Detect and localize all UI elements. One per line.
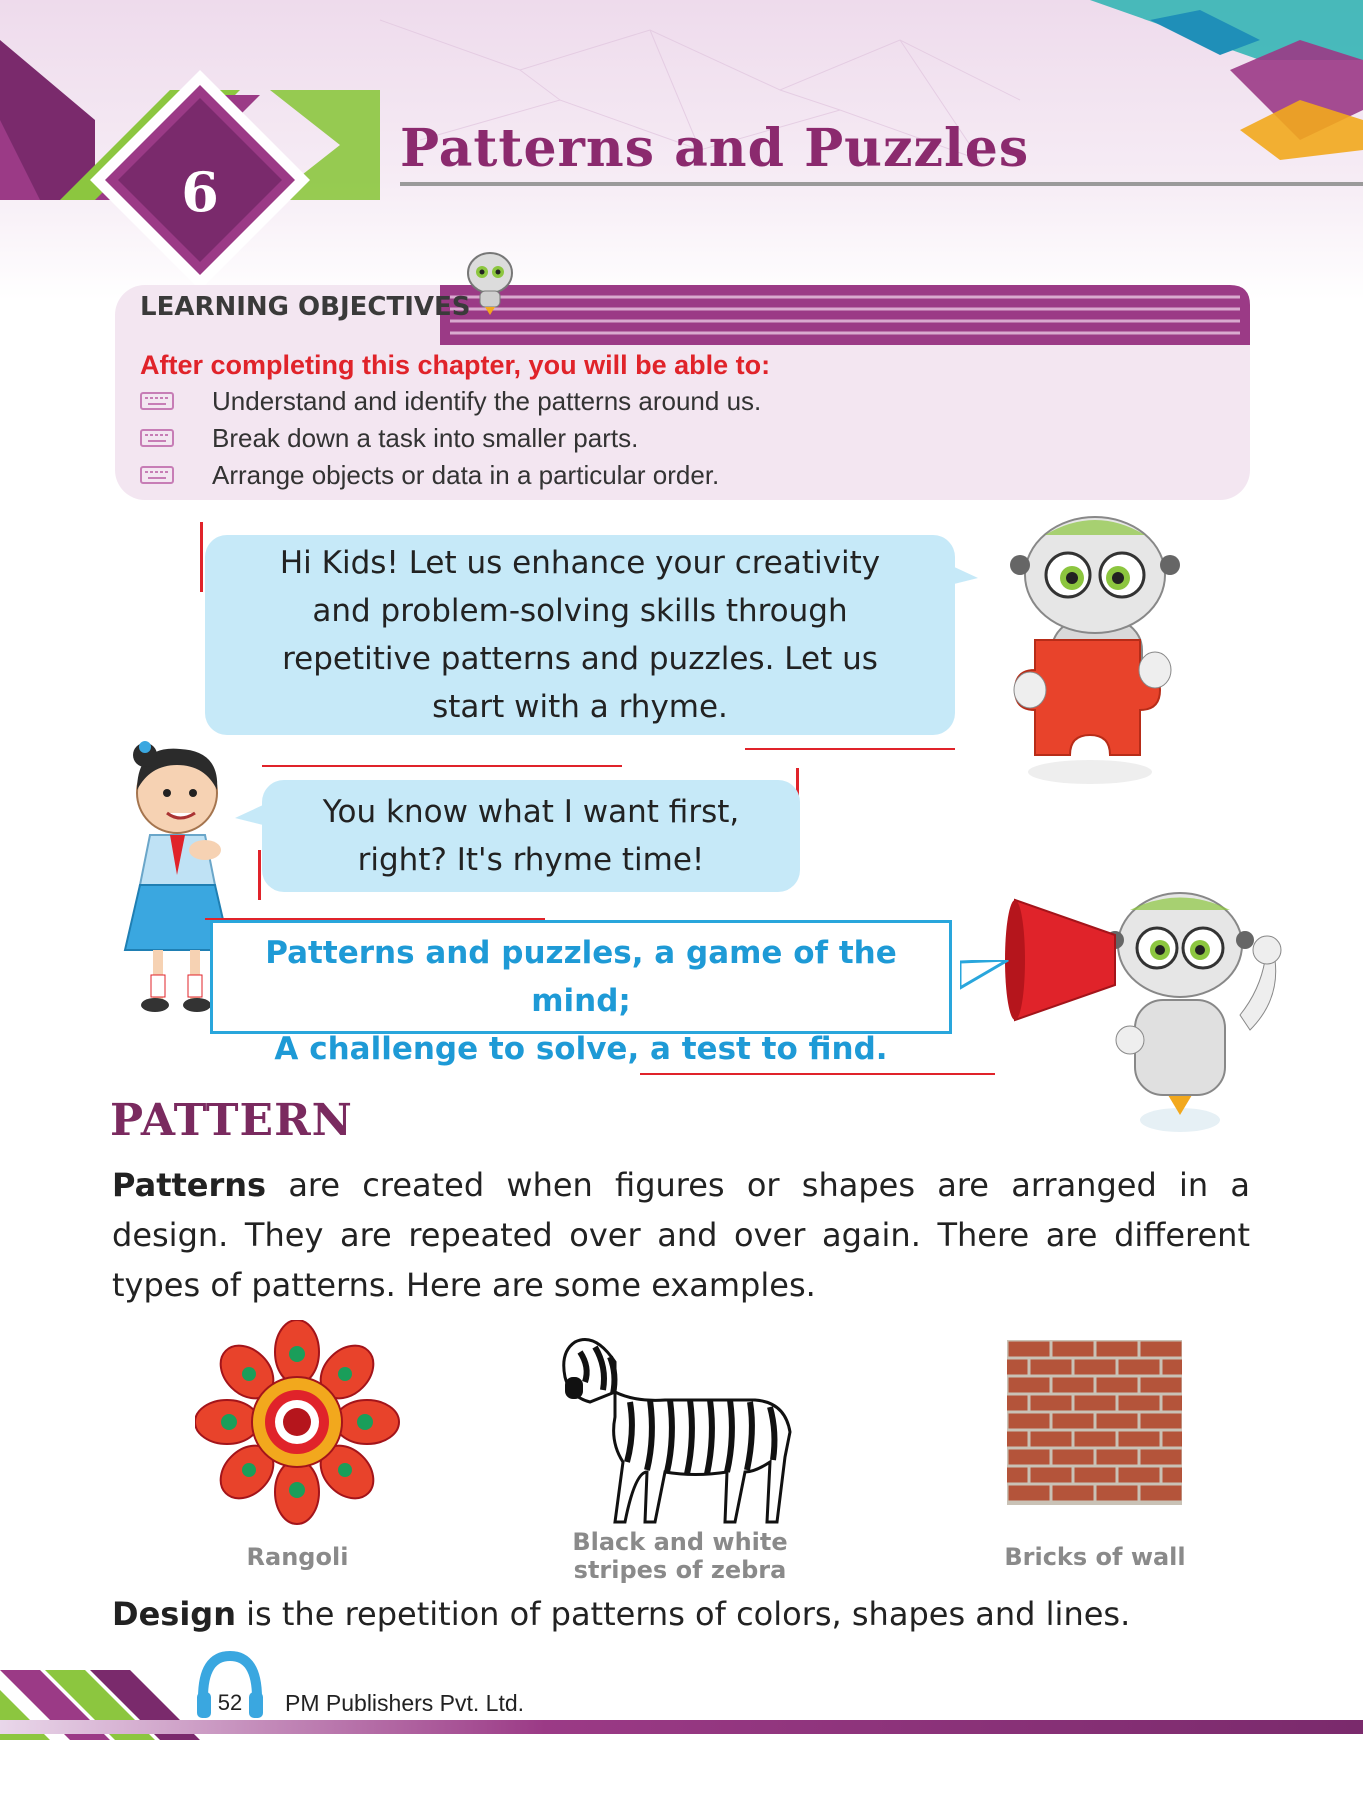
keyboard-icon: [140, 392, 174, 410]
page-number: 52: [217, 1690, 243, 1715]
objective-text: Break down a task into smaller parts.: [212, 422, 639, 453]
bubble-line: right? It's rhyme time!: [357, 842, 705, 878]
example-caption: Rangoli: [215, 1543, 380, 1571]
example-caption: Bricks of wall: [985, 1543, 1205, 1571]
publisher-name: PM Publishers Pvt. Ltd.: [285, 1690, 525, 1716]
keyboard-icon: [140, 466, 174, 484]
girl-speech-bubble: You know what I want first, right? It's …: [262, 780, 800, 892]
bubble-line: and problem-solving skills through: [312, 593, 848, 629]
title-rule: [400, 182, 1363, 186]
rhyme-box: Patterns and puzzles, a game of the mind…: [210, 920, 952, 1067]
rhyme-accent-line: [640, 1073, 995, 1075]
design-term: Design: [112, 1595, 236, 1633]
bubble-accent-line: [200, 522, 203, 592]
chapter-number: 6: [181, 160, 219, 224]
objective-item: Understand and identify the patterns aro…: [140, 384, 761, 418]
objective-text: Arrange objects or data in a particular …: [212, 459, 720, 490]
objectives-stripe-banner: [440, 285, 1250, 345]
footer-bar: [0, 1720, 1363, 1734]
bubble-line: You know what I want first,: [322, 794, 740, 830]
bubble-accent-line: [262, 765, 622, 767]
objective-text: Understand and identify the patterns aro…: [212, 385, 762, 416]
zebra-image: [562, 1338, 792, 1524]
bubble-line: repetitive patterns and puzzles. Let us: [282, 641, 878, 677]
example-caption: Black and white stripes of zebra: [555, 1528, 805, 1584]
pattern-definition: are created when figures or shapes are a…: [112, 1166, 1250, 1304]
bubble-accent-line: [258, 850, 261, 900]
section-heading: PATTERN: [110, 1095, 353, 1146]
rangoli-image: [195, 1320, 400, 1525]
design-text: is the repetition of patterns of colors,…: [235, 1595, 1131, 1633]
pattern-term: Patterns: [112, 1166, 267, 1204]
learning-objectives-intro: After completing this chapter, you will …: [140, 350, 771, 380]
design-definition: Design is the repetition of patterns of …: [112, 1595, 1130, 1633]
caption-line: Black and white: [572, 1528, 788, 1556]
bubble-accent-line: [745, 748, 955, 750]
objective-item: Arrange objects or data in a particular …: [140, 458, 719, 492]
chapter-title: Patterns and Puzzles: [400, 118, 1030, 179]
robot-megaphone-illustration: [1005, 892, 1282, 1132]
caption-line: stripes of zebra: [573, 1556, 787, 1584]
objective-item: Break down a task into smaller parts.: [140, 421, 638, 455]
caption-line: Bricks of wall: [1004, 1543, 1186, 1571]
rhyme-tail: [960, 960, 1009, 990]
bubble-line: Hi Kids! Let us enhance your creativity: [279, 545, 881, 581]
rhyme-line: Patterns and puzzles, a game of the mind…: [265, 935, 897, 1019]
keyboard-icon: [140, 429, 174, 447]
brick-wall-image: [1007, 1340, 1182, 1505]
learning-objectives-heading: LEARNING OBJECTIVES: [140, 292, 471, 322]
caption-line: Rangoli: [246, 1543, 349, 1571]
robot-puzzle-illustration: [1010, 516, 1180, 784]
rhyme-line: A challenge to solve, a test to find.: [274, 1031, 888, 1067]
bubble-tail: [950, 565, 978, 585]
pattern-paragraph: Patterns are created when figures or sha…: [112, 1160, 1250, 1310]
bubble-line: start with a rhyme.: [432, 689, 728, 725]
robot-speech-bubble: Hi Kids! Let us enhance your creativity …: [205, 535, 955, 735]
